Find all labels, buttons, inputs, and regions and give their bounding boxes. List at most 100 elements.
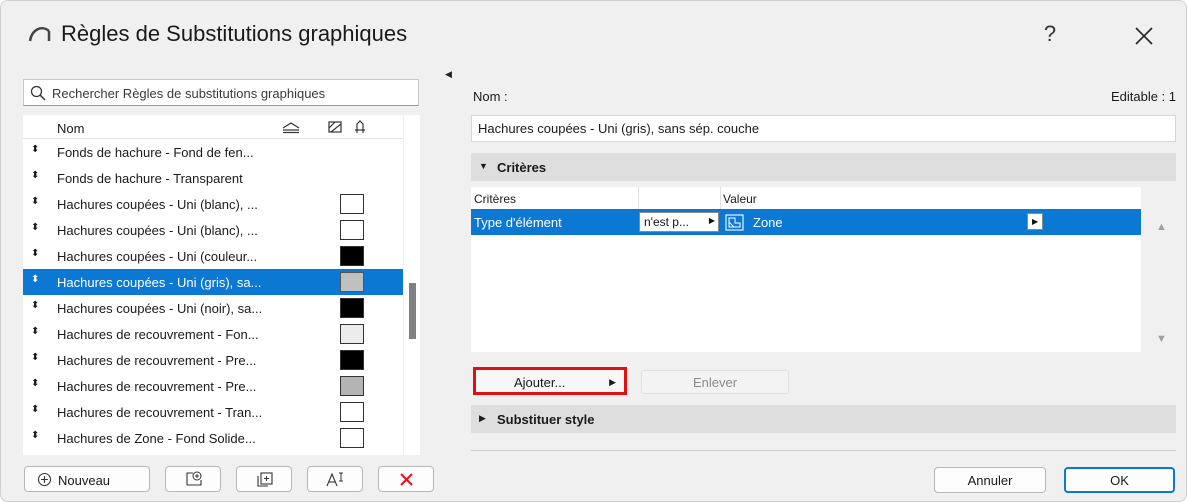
fill-swatch: [340, 324, 364, 344]
name-label: Nom :: [473, 89, 508, 104]
list-item[interactable]: ⬍ Hachures de recouvrement - Fon...: [23, 321, 403, 347]
list-item-label: Hachures de recouvrement - Pre...: [57, 379, 257, 394]
column-divider: [638, 187, 639, 209]
zone-tool-icon: [725, 214, 744, 231]
criteria-section-header[interactable]: ▼ Critères: [471, 153, 1176, 181]
column-divider: [720, 187, 721, 209]
fill-swatch: [340, 428, 364, 448]
play-arrow-icon: ▶: [1032, 217, 1039, 226]
rename-button[interactable]: [307, 466, 363, 492]
remove-criteria-button[interactable]: Enlever: [641, 370, 789, 394]
cancel-button[interactable]: Annuler: [934, 467, 1046, 493]
reorder-handle-icon[interactable]: ⬍: [31, 430, 39, 441]
rule-name-field[interactable]: Hachures coupées - Uni (gris), sans sép.…: [471, 115, 1176, 142]
reorder-handle-icon[interactable]: ⬍: [31, 326, 39, 337]
duplicate-icon: [257, 472, 273, 487]
list-item[interactable]: ⬍ Fonds de hachure - Transparent: [23, 165, 403, 191]
scroll-down-arrow-icon[interactable]: ▼: [1156, 333, 1167, 345]
divider: [471, 450, 1176, 451]
new-rule-label: Nouveau: [58, 473, 111, 488]
fill-foreground-icon[interactable]: [281, 120, 301, 134]
collapsed-arrow-icon: ▶: [479, 413, 486, 423]
ok-button[interactable]: OK: [1064, 467, 1175, 493]
override-style-section-title: Substituer style: [497, 412, 595, 427]
fill-swatch: [340, 194, 364, 214]
override-style-section-header[interactable]: ▶ Substituer style: [471, 405, 1176, 433]
list-item[interactable]: ⬍ Hachures de recouvrement - Tran...: [23, 399, 403, 425]
list-item-label: Fonds de hachure - Transparent: [57, 171, 243, 186]
list-item-label: Hachures de recouvrement - Tran...: [57, 405, 263, 420]
new-folder-icon: [186, 471, 202, 486]
fill-swatch: [340, 402, 364, 422]
submenu-arrow-icon: ▶: [609, 377, 616, 387]
reorder-handle-icon[interactable]: ⬍: [31, 248, 39, 259]
list-item-label: Hachures coupées - Uni (noir), sa...: [57, 301, 263, 316]
search-input[interactable]: [52, 83, 412, 103]
search-icon: [30, 85, 46, 101]
close-icon[interactable]: [1129, 21, 1159, 51]
fill-background-icon[interactable]: [353, 120, 367, 134]
rename-text-icon: [326, 472, 343, 487]
operator-dropdown[interactable]: n'est p... ▶: [639, 212, 719, 232]
list-item-label: Hachures coupées - Uni (blanc), ...: [57, 197, 258, 212]
fill-pattern-icon[interactable]: [327, 120, 343, 134]
criteria-table: Critères Valeur Type d'élément n'est p..…: [471, 187, 1141, 352]
graphic-override-rules-dialog: Règles de Substitutions graphiques ? Nom: [0, 0, 1187, 502]
list-item-label: Hachures coupées - Uni (gris), sa...: [57, 275, 262, 290]
rules-list: Nom ⬍ Fonds de hachure - Fond de fen... ⬍ F…: [23, 115, 403, 455]
list-item[interactable]: ⬍ Hachures de recouvrement - Pre...: [23, 373, 403, 399]
criteria-row[interactable]: Type d'élément n'est p... ▶ Zone ▶: [471, 209, 1141, 235]
reorder-handle-icon[interactable]: ⬍: [31, 170, 39, 181]
new-rule-button[interactable]: Nouveau: [24, 466, 150, 492]
reorder-handle-icon[interactable]: ⬍: [31, 144, 39, 155]
title-bar: Règles de Substitutions graphiques ?: [1, 1, 1186, 65]
criterion-name: Type d'élément: [474, 215, 562, 230]
collapse-panel-arrow-icon[interactable]: ◀: [445, 69, 452, 80]
list-header: Nom: [23, 115, 403, 139]
list-item[interactable]: ⬍ Fonds de hachure - Fond de fen...: [23, 139, 403, 165]
list-item[interactable]: ⬍ Hachures coupées - Uni (couleur...: [23, 243, 403, 269]
reorder-handle-icon[interactable]: ⬍: [31, 352, 39, 363]
list-item[interactable]: ⬍ Hachures coupées - Uni (blanc), ...: [23, 217, 403, 243]
delete-x-icon: [400, 473, 413, 486]
list-item[interactable]: ⬍ Hachures coupées - Uni (noir), sa...: [23, 295, 403, 321]
list-item-label: Hachures de Zone - Fond Solide...: [57, 431, 256, 446]
delete-button[interactable]: [378, 466, 434, 492]
column-header-name[interactable]: Nom: [57, 121, 84, 136]
column-header-criteria: Critères: [474, 192, 517, 206]
window-title: Règles de Substitutions graphiques: [61, 21, 408, 46]
list-item-label: Hachures coupées - Uni (blanc), ...: [57, 223, 258, 238]
scroll-up-arrow-icon[interactable]: ▲: [1156, 221, 1167, 233]
fill-swatch: [340, 220, 364, 240]
reorder-handle-icon[interactable]: ⬍: [31, 404, 39, 415]
list-item[interactable]: ⬍ Hachures de Zone - Fond Solide...: [23, 425, 403, 451]
rules-list-panel: Nom ⬍ Fonds de hachure - Fond de fen... ⬍ F…: [23, 79, 420, 455]
help-button[interactable]: ?: [1035, 19, 1065, 49]
search-box[interactable]: [23, 79, 419, 106]
list-item-label: Hachures de recouvrement - Pre...: [57, 353, 257, 368]
list-item[interactable]: ⬍ Hachures coupées - Uni (blanc), ...: [23, 191, 403, 217]
fill-swatch: [340, 246, 364, 266]
list-item[interactable]: ⬍ Hachures coupées - Uni (gris), sa...: [23, 269, 403, 295]
list-scrollbar-thumb[interactable]: [409, 283, 416, 339]
reorder-handle-icon[interactable]: ⬍: [31, 274, 39, 285]
criterion-value: Zone: [753, 215, 783, 230]
editable-count-label: Editable : 1: [1110, 89, 1176, 104]
add-criteria-label: Ajouter...: [514, 375, 566, 390]
list-item-label: Hachures coupées - Uni (couleur...: [57, 249, 258, 264]
list-item[interactable]: ⬍ Hachures de recouvrement - Pre...: [23, 347, 403, 373]
reorder-handle-icon[interactable]: ⬍: [31, 196, 39, 207]
duplicate-button[interactable]: [236, 466, 292, 492]
column-header-value: Valeur: [723, 192, 757, 206]
add-criteria-button[interactable]: Ajouter... ▶: [473, 367, 627, 395]
criteria-table-header: Critères Valeur: [471, 187, 1141, 209]
expanded-arrow-icon: ▼: [479, 161, 488, 171]
fill-swatch: [340, 350, 364, 370]
reorder-handle-icon[interactable]: ⬍: [31, 378, 39, 389]
dropdown-arrow-icon: ▶: [708, 216, 715, 225]
new-folder-button[interactable]: [165, 466, 221, 492]
reorder-handle-icon[interactable]: ⬍: [31, 300, 39, 311]
fill-swatch: [340, 298, 364, 318]
reorder-handle-icon[interactable]: ⬍: [31, 222, 39, 233]
value-picker-button[interactable]: ▶: [1027, 213, 1043, 230]
